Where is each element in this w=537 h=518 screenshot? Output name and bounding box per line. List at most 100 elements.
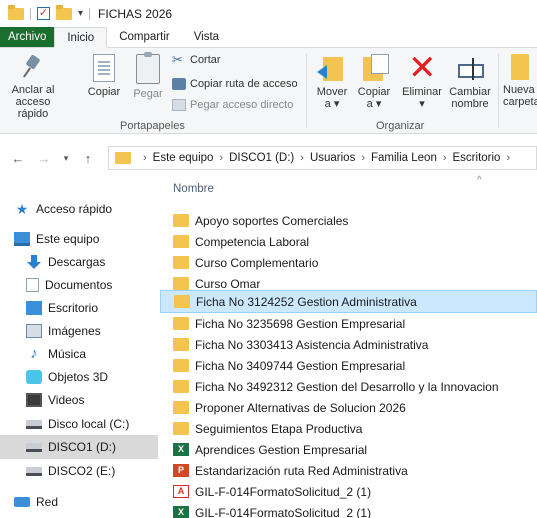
folder-icon xyxy=(173,277,189,290)
nav-item-documentos[interactable]: Documentos xyxy=(0,273,158,297)
nav-item-musica[interactable]: ♪ Música xyxy=(0,342,158,366)
list-item[interactable]: Curso Complementario xyxy=(160,252,537,273)
folder-icon xyxy=(115,152,131,164)
file-name: Ficha No 3492312 Gestion del Desarrollo … xyxy=(195,379,499,394)
list-item[interactable]: Competencia Laboral xyxy=(160,231,537,252)
paste-button[interactable]: Pegar xyxy=(131,52,165,100)
copy-to-label: Copiar xyxy=(357,86,391,98)
computer-icon xyxy=(14,232,30,246)
tab-archivo[interactable]: Archivo xyxy=(0,27,55,47)
copy-to-button[interactable]: Copiar a ▾ xyxy=(354,54,394,110)
properties-check-icon[interactable]: ✓ xyxy=(37,7,50,20)
back-arrow-icon[interactable]: ← xyxy=(8,151,28,166)
breadcrumb-usuarios[interactable]: Usuarios xyxy=(310,152,355,164)
nav-item-descargas[interactable]: Descargas xyxy=(0,250,158,274)
list-item[interactable]: Proponer Alternativas de Solucion 2026 xyxy=(160,397,537,418)
breadcrumb-este-equipo[interactable]: Este equipo xyxy=(153,152,214,164)
objects-3d-icon xyxy=(26,370,42,384)
nav-item-videos[interactable]: Videos xyxy=(0,388,158,412)
move-to-button[interactable]: Mover a ▾ xyxy=(312,54,352,110)
list-item[interactable]: Ficha No 3492312 Gestion del Desarrollo … xyxy=(160,376,537,397)
tab-inicio[interactable]: Inicio xyxy=(54,27,108,48)
folder-icon xyxy=(173,317,189,330)
nav-item-disco2-e[interactable]: DISCO2 (E:) xyxy=(0,459,158,483)
nav-item-objetos-3d[interactable]: Objetos 3D xyxy=(0,365,158,389)
cut-button[interactable]: ✂ Cortar xyxy=(172,52,221,67)
scissors-icon: ✂ xyxy=(172,52,183,67)
copy-to-sub: a ▾ xyxy=(366,98,382,110)
copy-path-button[interactable]: Copiar ruta de acceso xyxy=(172,78,298,90)
copy-label: Copiar xyxy=(87,86,121,98)
chevron-right-icon[interactable]: › xyxy=(443,152,447,164)
rename-sub: nombre xyxy=(451,98,489,110)
list-item[interactable]: X GIL-F-014FormatoSolicitud_2 (1) xyxy=(160,502,537,518)
nav-item-acceso-rapido[interactable]: ★ Acceso rápido xyxy=(0,197,158,221)
chevron-right-icon[interactable]: › xyxy=(300,152,304,164)
column-header-nombre[interactable]: Nombre xyxy=(173,183,214,195)
list-item[interactable]: Ficha No 3303413 Asistencia Administrati… xyxy=(160,334,537,355)
nav-item-disco-local-c[interactable]: Disco local (C:) xyxy=(0,412,158,436)
chevron-right-icon[interactable]: › xyxy=(361,152,365,164)
file-name: Ficha No 3409744 Gestion Empresarial xyxy=(195,358,406,373)
list-item[interactable]: Ficha No 3409744 Gestion Empresarial xyxy=(160,355,537,376)
nav-item-red[interactable]: Red xyxy=(0,490,158,514)
breadcrumb-familia-leon[interactable]: Familia Leon xyxy=(371,152,437,164)
star-icon: ★ xyxy=(15,201,29,217)
list-item[interactable]: Apoyo soportes Comerciales xyxy=(160,210,537,231)
nav-item-label: Escritorio xyxy=(48,301,99,315)
up-arrow-icon[interactable]: ↑ xyxy=(78,151,98,166)
file-name: Ficha No 3303413 Asistencia Administrati… xyxy=(195,337,429,352)
chevron-right-icon[interactable]: › xyxy=(143,152,147,164)
new-folder-quick-icon[interactable] xyxy=(56,4,72,20)
list-item-selected[interactable]: Ficha No 3124252 Gestion Administrativa xyxy=(160,290,537,313)
group-label-clipboard: Portapapeles xyxy=(120,120,185,132)
list-item[interactable]: Seguimientos Etapa Productiva xyxy=(160,418,537,439)
nav-item-label: Videos xyxy=(48,393,85,407)
folder-icon xyxy=(8,4,24,20)
nav-item-escritorio[interactable]: Escritorio xyxy=(0,296,158,320)
file-name: Ficha No 3235698 Gestion Empresarial xyxy=(195,316,406,331)
new-folder-button[interactable]: Nueva carpeta xyxy=(503,54,537,108)
file-name: Curso Complementario xyxy=(195,255,319,270)
rename-icon xyxy=(456,54,484,82)
list-item[interactable]: P Estandarización ruta Red Administrativ… xyxy=(160,460,537,481)
nav-item-label: DISCO2 (E:) xyxy=(48,464,116,478)
breadcrumb-escritorio[interactable]: Escritorio xyxy=(453,152,501,164)
file-name: Ficha No 3124252 Gestion Administrativa xyxy=(196,294,417,309)
pictures-icon xyxy=(26,324,42,338)
recent-locations-chevron-icon[interactable]: ▾ xyxy=(56,153,76,164)
paste-label: Pegar xyxy=(133,88,163,100)
customize-toolbar-chevron-icon[interactable]: ▾ xyxy=(78,8,83,19)
list-item[interactable]: X Aprendices Gestion Empresarial xyxy=(160,439,537,460)
download-icon xyxy=(26,255,42,269)
folder-icon xyxy=(173,422,189,435)
address-bar[interactable]: › Este equipo › DISCO1 (D:) › Usuarios ›… xyxy=(108,146,537,170)
delete-button[interactable]: ✕ Eliminar ▾ xyxy=(398,51,446,110)
list-item[interactable]: Ficha No 3235698 Gestion Empresarial xyxy=(160,313,537,334)
cut-label: Cortar xyxy=(190,54,221,66)
copy-button[interactable]: Copiar xyxy=(86,54,122,98)
chevron-right-icon[interactable]: › xyxy=(506,152,510,164)
forward-arrow-icon[interactable]: → xyxy=(34,151,54,166)
chevron-right-icon[interactable]: › xyxy=(219,152,223,164)
tab-compartir[interactable]: Compartir xyxy=(107,27,181,47)
nav-item-este-equipo[interactable]: Este equipo xyxy=(0,227,158,251)
paste-shortcut-icon xyxy=(172,99,186,111)
delete-label: Eliminar xyxy=(402,86,442,98)
pin-quick-access-button[interactable]: Anclar al acceso rápido xyxy=(2,54,64,120)
new-folder-sub: carpeta xyxy=(503,96,537,108)
nav-item-label: Documentos xyxy=(45,278,113,292)
nav-item-imagenes[interactable]: Imágenes xyxy=(0,319,158,343)
nav-item-label: Música xyxy=(48,347,87,361)
divider xyxy=(30,7,31,20)
paste-shortcut-button[interactable]: Pegar acceso directo xyxy=(172,99,293,111)
folder-icon xyxy=(173,359,189,372)
list-item[interactable]: A GIL-F-014FormatoSolicitud_2 (1) xyxy=(160,481,537,502)
nav-item-label: Acceso rápido xyxy=(36,202,113,216)
move-label: Mover xyxy=(316,86,348,98)
tab-vista[interactable]: Vista xyxy=(182,27,231,47)
rename-button[interactable]: Cambiar nombre xyxy=(448,54,492,110)
file-name: Apoyo soportes Comerciales xyxy=(195,213,349,228)
breadcrumb-disco1[interactable]: DISCO1 (D:) xyxy=(229,152,294,164)
nav-item-disco1-d[interactable]: DISCO1 (D:) xyxy=(0,435,158,459)
